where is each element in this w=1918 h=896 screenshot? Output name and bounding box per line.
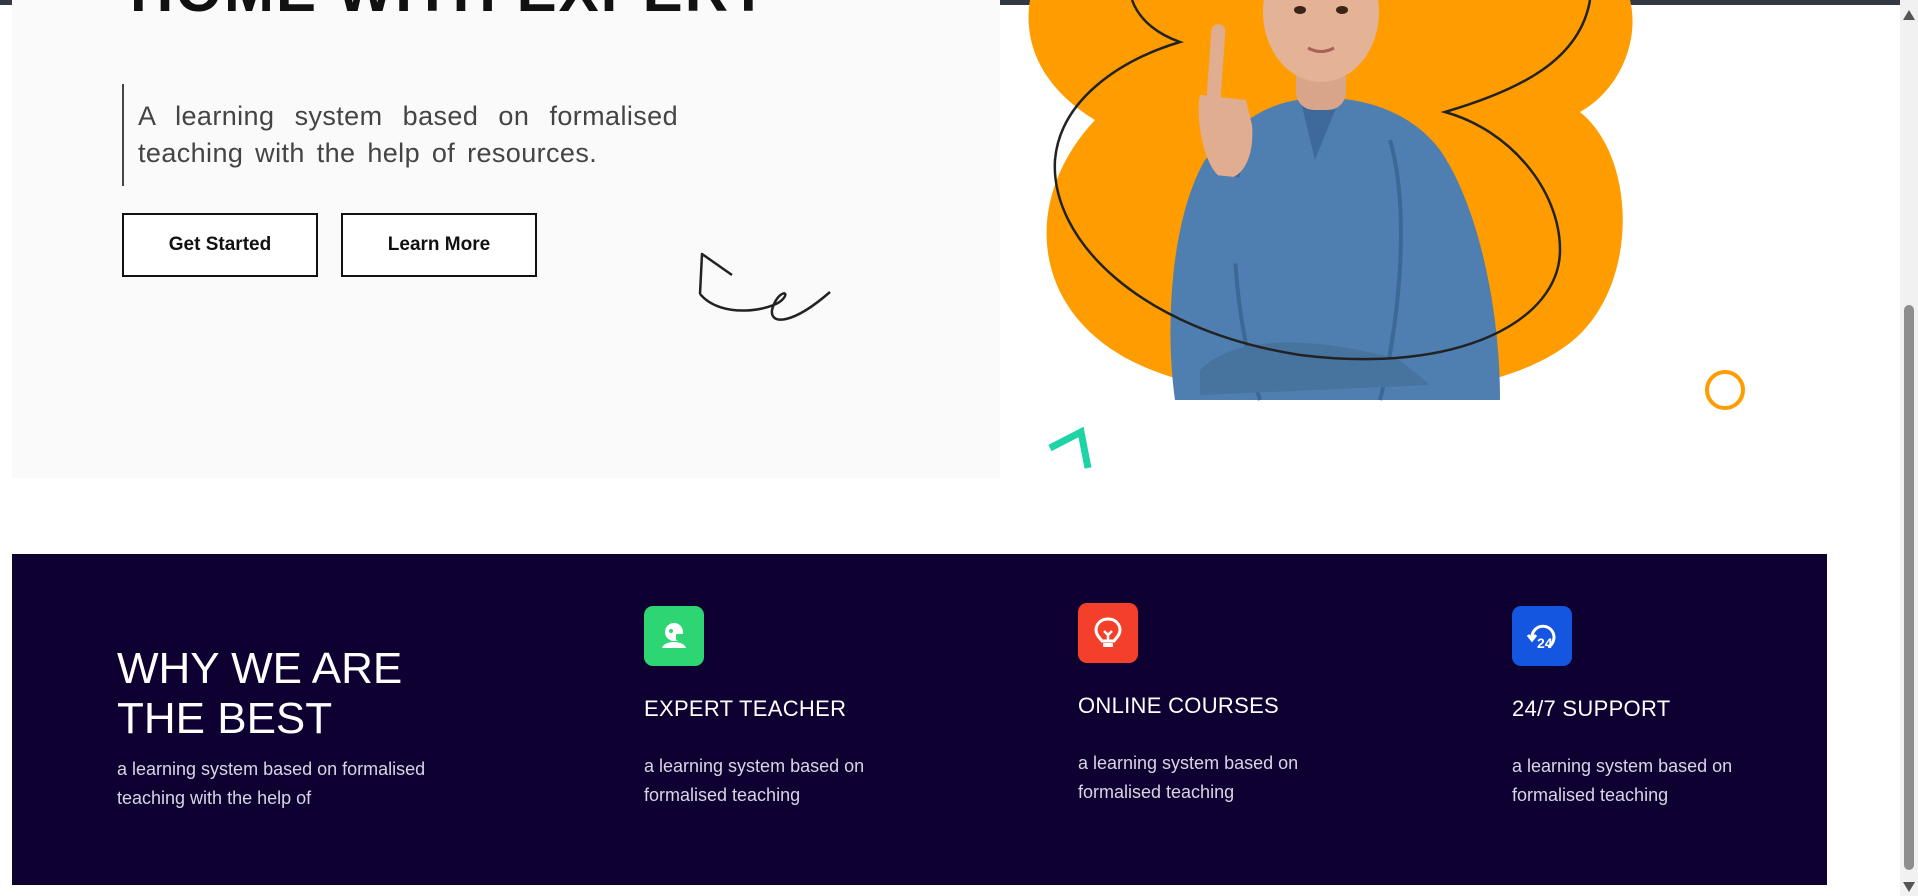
hero-image-area (1000, 0, 1760, 500)
hero-left-panel: HOME WITH EXPERT A learning system based… (12, 0, 1000, 478)
why-title-line1: WHY WE ARE (117, 644, 403, 693)
feature-text: a learning system based on formalised te… (1512, 756, 1733, 805)
why-title-line2: THE BEST (117, 694, 333, 743)
feature-online-courses: ONLINE COURSES a learning system based o… (1078, 603, 1338, 807)
why-description: a learning system based on formalised te… (117, 759, 426, 808)
feature-text: a learning system based on formalised te… (1078, 753, 1299, 802)
teacher-icon (644, 606, 704, 666)
feature-text: a learning system based on formalised te… (644, 756, 865, 805)
feature-title: 24/7 SUPPORT (1512, 696, 1671, 721)
hero-illustration (1028, 0, 1745, 469)
hero-title: HOME WITH EXPERT (130, 0, 769, 25)
feature-title: ONLINE COURSES (1078, 693, 1280, 718)
feature-title: EXPERT TEACHER (644, 696, 847, 721)
scrollbar-thumb[interactable] (1904, 305, 1914, 870)
hero-description: A learning system based on formalised te… (138, 101, 678, 168)
feature-expert-teacher: EXPERT TEACHER a learning system based o… (644, 606, 904, 810)
support-24-icon: 24 (1512, 606, 1572, 666)
feature-support: 24 24/7 SUPPORT a learning system based … (1512, 606, 1772, 810)
bulb-icon (1078, 603, 1138, 663)
scroll-up-arrow-icon[interactable] (1903, 10, 1915, 20)
why-we-are-the-best-section: WHY WE ARE THE BEST a learning system ba… (12, 554, 1827, 885)
hero-description-block: A learning system based on formalised te… (122, 84, 678, 186)
curly-arrow-decoration (698, 252, 831, 321)
learn-more-button[interactable]: Learn More (341, 213, 537, 277)
svg-text:24: 24 (1537, 635, 1553, 651)
page-scrollbar[interactable] (1900, 0, 1918, 896)
why-title: WHY WE ARE THE BEST (117, 644, 402, 744)
scroll-down-arrow-icon[interactable] (1903, 882, 1915, 892)
get-started-button[interactable]: Get Started (122, 213, 318, 277)
